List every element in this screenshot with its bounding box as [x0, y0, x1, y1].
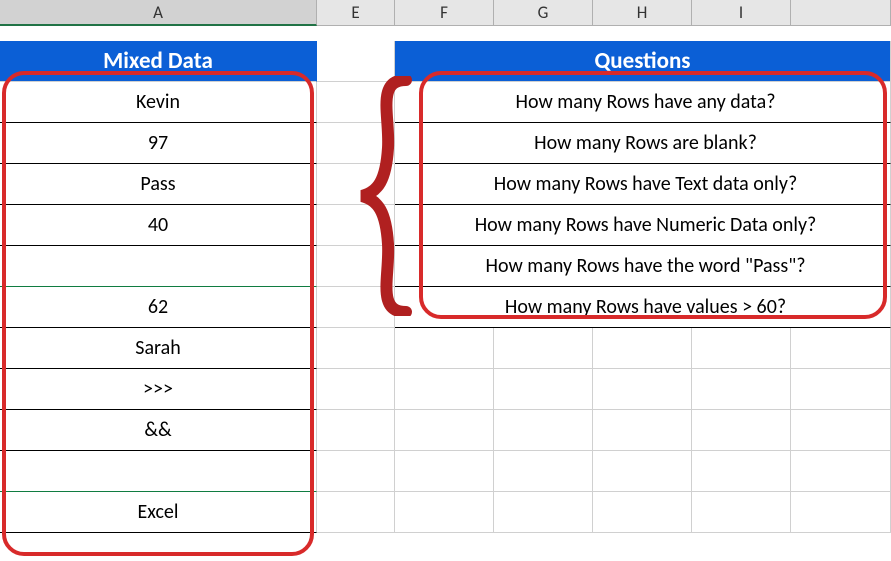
- mixed-data-row[interactable]: &&: [0, 410, 317, 451]
- question-row[interactable]: How many Rows have values > 60?: [395, 287, 891, 328]
- cell-blank[interactable]: [692, 369, 791, 410]
- column-header-h[interactable]: H: [593, 0, 692, 26]
- cell-blank[interactable]: [317, 492, 395, 533]
- question-row[interactable]: How many Rows have any data?: [395, 82, 891, 123]
- column-header-g[interactable]: G: [494, 0, 593, 26]
- cell-blank[interactable]: [317, 164, 395, 205]
- cell-blank[interactable]: [791, 369, 891, 410]
- spreadsheet-grid: A E F G H I Mixed Data Questions Kevin H…: [0, 0, 891, 533]
- column-header-a[interactable]: A: [0, 0, 317, 26]
- cell-blank[interactable]: [494, 492, 593, 533]
- cell-blank[interactable]: [317, 410, 395, 451]
- mixed-data-row[interactable]: >>>: [0, 369, 317, 410]
- mixed-data-header[interactable]: Mixed Data: [0, 41, 317, 82]
- cell-blank[interactable]: [395, 492, 494, 533]
- cell-blank[interactable]: [593, 369, 692, 410]
- cell-blank[interactable]: [593, 410, 692, 451]
- cell-blank[interactable]: [791, 410, 891, 451]
- cell-blank[interactable]: [395, 410, 494, 451]
- cell-blank[interactable]: [395, 328, 494, 369]
- question-row[interactable]: How many Rows have Numeric Data only?: [395, 205, 891, 246]
- cell-blank[interactable]: [395, 369, 494, 410]
- cell-blank[interactable]: [593, 328, 692, 369]
- cell-e2[interactable]: [317, 41, 395, 82]
- mixed-data-row[interactable]: Pass: [0, 164, 317, 205]
- cell-blank[interactable]: [791, 451, 891, 492]
- cell-blank[interactable]: [494, 451, 593, 492]
- cell-blank[interactable]: [395, 451, 494, 492]
- mixed-data-row[interactable]: [0, 246, 317, 287]
- cell-blank[interactable]: [791, 492, 891, 533]
- mixed-data-row[interactable]: [0, 451, 317, 492]
- cell-blank[interactable]: [317, 82, 395, 123]
- cell-blank[interactable]: [317, 246, 395, 287]
- cell-blank[interactable]: [317, 328, 395, 369]
- cell-blank[interactable]: [317, 451, 395, 492]
- cell-blank[interactable]: [317, 205, 395, 246]
- question-row[interactable]: How many Rows have Text data only?: [395, 164, 891, 205]
- cell-blank[interactable]: [593, 492, 692, 533]
- cell-blank[interactable]: [494, 369, 593, 410]
- cell-blank[interactable]: [791, 328, 891, 369]
- mixed-data-row[interactable]: Kevin: [0, 82, 317, 123]
- cell-blank[interactable]: [317, 287, 395, 328]
- mixed-data-row[interactable]: Excel: [0, 492, 317, 533]
- mixed-data-row[interactable]: 62: [0, 287, 317, 328]
- column-header-e[interactable]: E: [317, 0, 395, 26]
- cell-blank[interactable]: [593, 451, 692, 492]
- questions-header[interactable]: Questions: [395, 41, 891, 82]
- question-row[interactable]: How many Rows have the word "Pass"?: [395, 246, 891, 287]
- mixed-data-row[interactable]: 97: [0, 123, 317, 164]
- column-header-f[interactable]: F: [395, 0, 494, 26]
- cell-blank[interactable]: [317, 123, 395, 164]
- cell-blank[interactable]: [317, 369, 395, 410]
- cell-blank[interactable]: [692, 328, 791, 369]
- cell-blank[interactable]: [692, 492, 791, 533]
- cell-blank[interactable]: [692, 451, 791, 492]
- column-header-blank[interactable]: [791, 0, 891, 26]
- cell-blank[interactable]: [494, 328, 593, 369]
- cell-blank[interactable]: [494, 410, 593, 451]
- mixed-data-row[interactable]: Sarah: [0, 328, 317, 369]
- mixed-data-row[interactable]: 40: [0, 205, 317, 246]
- cell-blank[interactable]: [692, 410, 791, 451]
- column-header-i[interactable]: I: [692, 0, 791, 26]
- question-row[interactable]: How many Rows are blank?: [395, 123, 891, 164]
